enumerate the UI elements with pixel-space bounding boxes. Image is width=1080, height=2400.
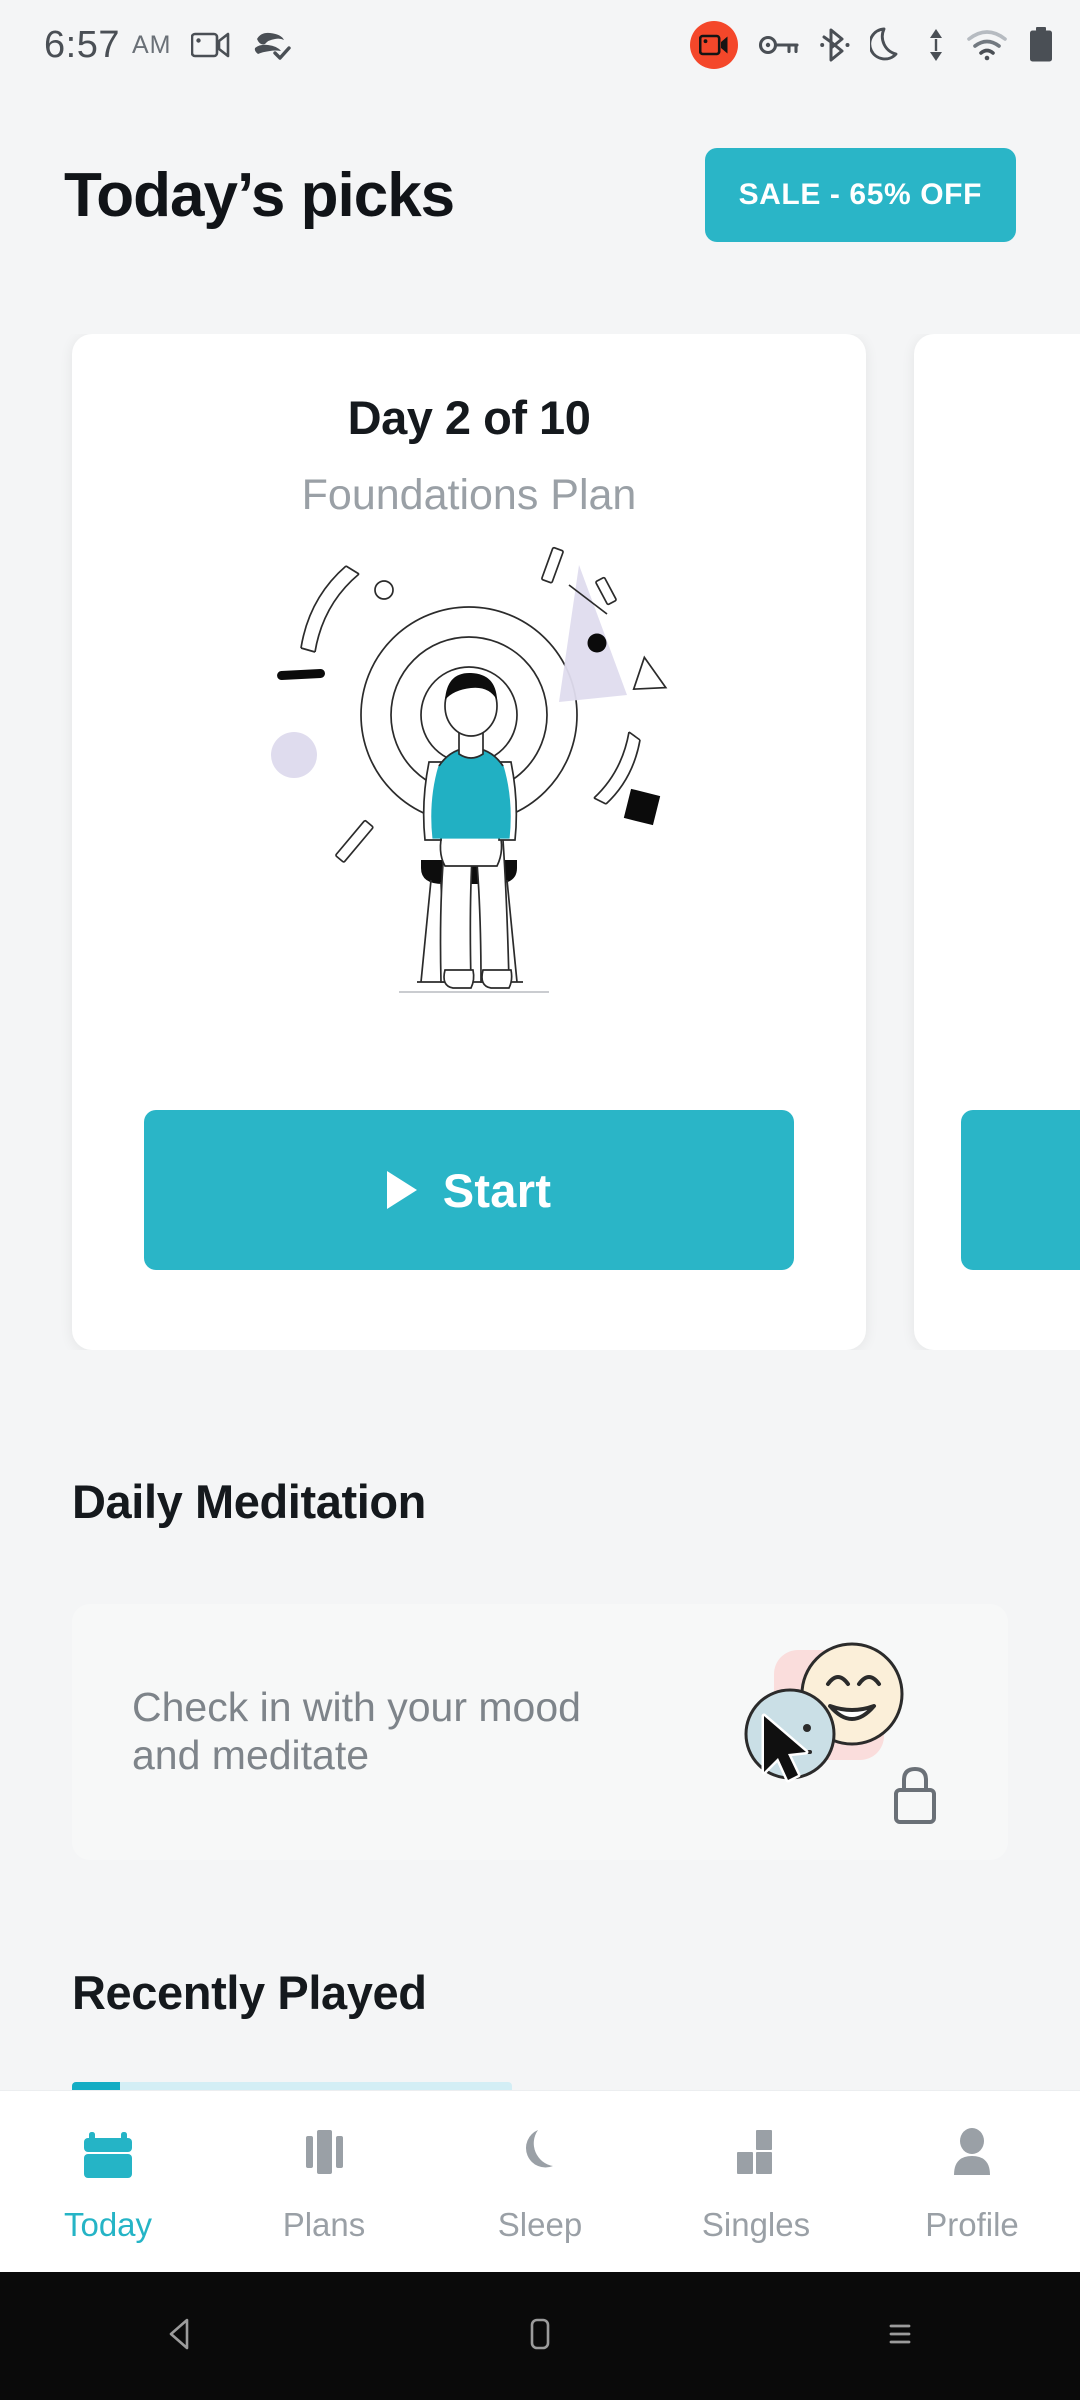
- moon-icon: [507, 2119, 573, 2190]
- data-transfer-icon: [926, 28, 946, 62]
- recents-button[interactable]: [720, 2312, 1080, 2361]
- daily-meditation-title: Daily Meditation: [72, 1475, 426, 1528]
- person-icon: [939, 2119, 1005, 2190]
- bottom-navigation[interactable]: Today Plans Sleep Singles Profile: [0, 2090, 1080, 2272]
- pick-card-next[interactable]: [914, 334, 1080, 1350]
- nav-item-sleep[interactable]: Sleep: [432, 2119, 648, 2244]
- play-triangle-icon: [386, 1171, 417, 1209]
- page-header: Today’s picks SALE - 65% OFF: [0, 100, 1080, 290]
- hamburger-lines-icon: [878, 2312, 922, 2361]
- status-bar-left: 6:57 AM: [44, 23, 292, 67]
- nav-item-profile[interactable]: Profile: [864, 2119, 1080, 2244]
- rounded-square-icon: [518, 2312, 562, 2361]
- sale-button[interactable]: SALE - 65% OFF: [704, 148, 1016, 242]
- mood-faces-art: [728, 1632, 948, 1832]
- calendar-icon: [75, 2119, 141, 2190]
- blocks-icon: [723, 2119, 789, 2190]
- status-bar-clock: 6:57: [44, 23, 120, 66]
- nav-item-plans[interactable]: Plans: [216, 2119, 432, 2244]
- mood-checkin-text: Check in with your mood and meditate: [132, 1684, 581, 1778]
- meditation-illustration: [249, 530, 689, 1005]
- nav-item-singles[interactable]: Singles: [648, 2119, 864, 2244]
- lock-icon: [894, 1766, 936, 1824]
- pick-card-day: Day 2 of 10: [347, 391, 591, 444]
- status-bar-right: [690, 21, 1054, 69]
- home-button[interactable]: [360, 2312, 720, 2361]
- nav-label-today: Today: [63, 2206, 153, 2243]
- start-button-label: Start: [442, 1163, 552, 1217]
- page-title: Today’s picks: [64, 160, 455, 230]
- back-button[interactable]: [0, 2312, 360, 2361]
- bluetooth-icon: [820, 28, 850, 62]
- vpn-check-icon: [251, 29, 292, 61]
- nav-item-today[interactable]: Today: [0, 2119, 216, 2244]
- start-button[interactable]: Start: [144, 1110, 794, 1270]
- screen-record-icon: [191, 30, 231, 60]
- do-not-disturb-moon-icon: [870, 26, 906, 64]
- status-bar-meridiem: AM: [131, 30, 172, 59]
- app-screen: 6:57 AM Today’s picks SALE - 65% OFF Day…: [0, 0, 1080, 2400]
- android-navigation-bar[interactable]: [0, 2272, 1080, 2400]
- status-bar: 6:57 AM: [0, 0, 1080, 90]
- nav-label-sleep: Sleep: [497, 2206, 583, 2243]
- recently-played-title: Recently Played: [72, 1966, 427, 2019]
- pick-card[interactable]: Day 2 of 10 Foundations Plan Start: [72, 334, 866, 1350]
- picks-carousel[interactable]: Day 2 of 10 Foundations Plan Start: [0, 334, 1080, 1350]
- triangle-left-icon: [158, 2312, 202, 2361]
- start-button-next[interactable]: [961, 1110, 1080, 1270]
- pick-card-plan: Foundations Plan: [301, 471, 637, 519]
- mood-checkin-card[interactable]: Check in with your mood and meditate: [72, 1604, 1008, 1860]
- nav-label-plans: Plans: [282, 2206, 366, 2243]
- columns-icon: [291, 2119, 357, 2190]
- nav-label-singles: Singles: [701, 2206, 811, 2243]
- vpn-key-icon: [758, 32, 800, 58]
- screen-record-active-icon: [690, 21, 738, 69]
- nav-label-profile: Profile: [925, 2206, 1019, 2243]
- battery-icon: [1028, 27, 1054, 63]
- wifi-icon: [966, 29, 1008, 61]
